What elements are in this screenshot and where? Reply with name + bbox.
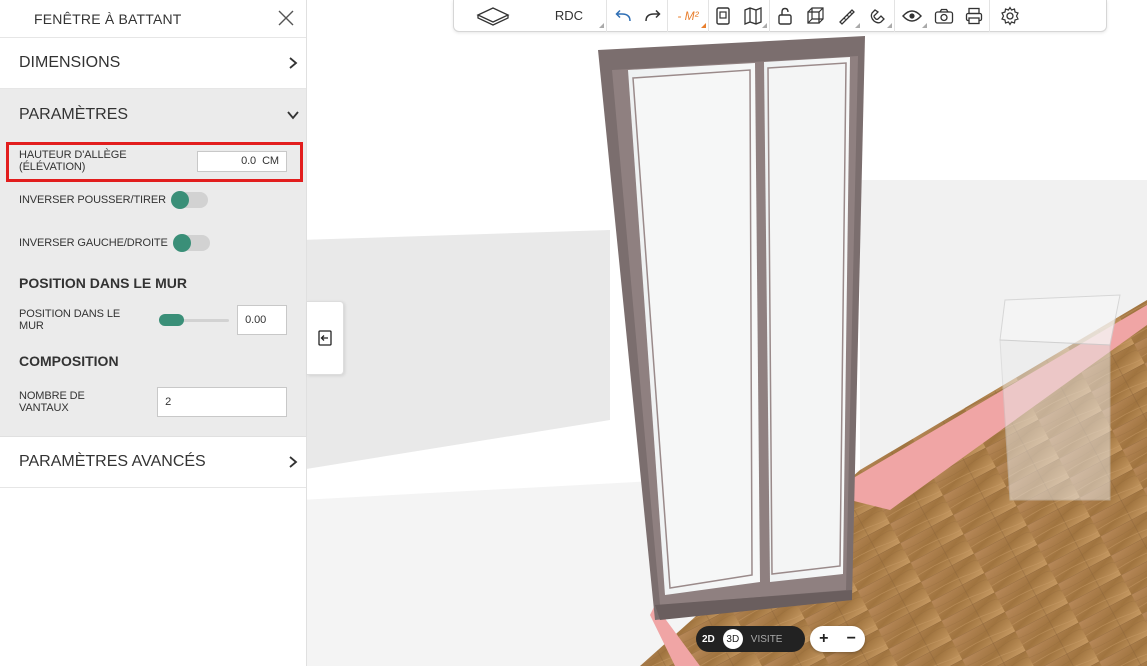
redo-button[interactable]: [639, 0, 667, 32]
eye-icon: [902, 9, 922, 22]
undo-button[interactable]: [607, 0, 639, 32]
chevron-right-icon: [286, 455, 300, 469]
lock-button[interactable]: [770, 0, 800, 32]
section-dimensions[interactable]: DIMENSIONS: [0, 38, 306, 89]
position-heading: POSITION DANS LE MUR: [19, 275, 188, 291]
section-parametres[interactable]: PARAMÈTRES: [0, 89, 306, 140]
inverser-pousser-label: INVERSER POUSSER/TIRER: [19, 194, 166, 206]
slider-thumb[interactable]: [159, 314, 185, 326]
lock-icon: [778, 7, 792, 25]
panel-title: FENÊTRE À BATTANT: [34, 10, 182, 27]
print-icon: [965, 7, 983, 24]
chevron-down-icon: [286, 108, 300, 122]
settings-button[interactable]: [990, 0, 1030, 32]
position-input[interactable]: 0.00: [237, 305, 287, 335]
visibility-button[interactable]: [895, 0, 929, 32]
top-toolbar: RDC - M²: [453, 0, 1107, 32]
document-icon: [716, 6, 730, 25]
properties-panel: FENÊTRE À BATTANT DIMENSIONS PARAMÈTRES …: [0, 0, 307, 666]
measure-label: - M²: [677, 8, 699, 23]
section-dimensions-label: DIMENSIONS: [19, 54, 121, 71]
floor-plan-icon: [476, 6, 510, 26]
section-avances[interactable]: PARAMÈTRES AVANCÉS: [0, 437, 306, 488]
level-label: RDC: [554, 8, 584, 23]
position-value: 0.00: [245, 314, 267, 326]
map-icon: [744, 6, 762, 25]
magnet-button[interactable]: [862, 0, 894, 32]
section-avances-label: PARAMÈTRES AVANCÉS: [19, 453, 206, 470]
magnet-icon: [870, 8, 885, 23]
zoom-in-button[interactable]: +: [819, 630, 828, 648]
position-row: POSITION DANS LE MUR 0.00: [0, 294, 306, 346]
undo-icon: [615, 9, 631, 21]
print-button[interactable]: [959, 0, 989, 32]
vantaux-label: NOMBRE DE VANTAUX: [19, 390, 85, 414]
mode-2d-button[interactable]: 2D: [702, 634, 715, 645]
arrow-left-icon: [318, 330, 332, 346]
parametres-body: HAUTEUR D'ALLÈGE (ÉLÉVATION) 0.0 CM INVE…: [0, 140, 306, 437]
position-label: POSITION DANS LE MUR: [19, 308, 121, 332]
toggle-knob: [170, 191, 189, 209]
inverser-pousser-toggle[interactable]: [170, 191, 208, 209]
settings-icon: [1001, 5, 1019, 26]
collapse-panel-button[interactable]: [307, 301, 344, 375]
redo-icon: [645, 9, 661, 21]
inverser-pousser-row: INVERSER POUSSER/TIRER: [0, 178, 306, 222]
cube-icon: [807, 6, 824, 24]
camera-icon: [934, 8, 954, 24]
camera-button[interactable]: [929, 0, 959, 32]
ruler-icon: [839, 8, 855, 25]
cube-button[interactable]: [800, 0, 830, 32]
vantaux-input[interactable]: 2: [157, 387, 287, 417]
inverser-gauche-toggle[interactable]: [172, 234, 210, 252]
level-select[interactable]: RDC: [532, 0, 606, 32]
section-parametres-label: PARAMÈTRES: [19, 105, 129, 123]
vantaux-row: NOMBRE DE VANTAUX 2: [0, 380, 306, 424]
position-slider[interactable]: [159, 314, 230, 326]
chevron-right-icon: [286, 56, 300, 70]
highlight-box: [6, 142, 303, 182]
inverser-gauche-row: INVERSER GAUCHE/DROITE: [0, 222, 306, 264]
zoom-out-button[interactable]: −: [847, 630, 856, 648]
vantaux-value: 2: [165, 396, 172, 408]
composition-heading: COMPOSITION: [19, 353, 119, 369]
toggle-knob: [172, 234, 191, 252]
map-button[interactable]: [737, 0, 769, 32]
inverser-gauche-label: INVERSER GAUCHE/DROITE: [19, 237, 168, 249]
floor-plan-button[interactable]: [454, 0, 532, 32]
measure-button[interactable]: - M²: [668, 0, 708, 32]
panel-header: FENÊTRE À BATTANT: [0, 0, 306, 38]
ruler-button[interactable]: [830, 0, 862, 32]
mode-3d-button[interactable]: 3D: [722, 629, 743, 649]
mode-visite-button[interactable]: VISITE: [751, 634, 783, 645]
view-mode-switch: 2D 3D VISITE: [696, 626, 805, 652]
zoom-controls: + −: [810, 626, 865, 652]
document-button[interactable]: [709, 0, 737, 32]
close-icon[interactable]: [278, 8, 294, 30]
